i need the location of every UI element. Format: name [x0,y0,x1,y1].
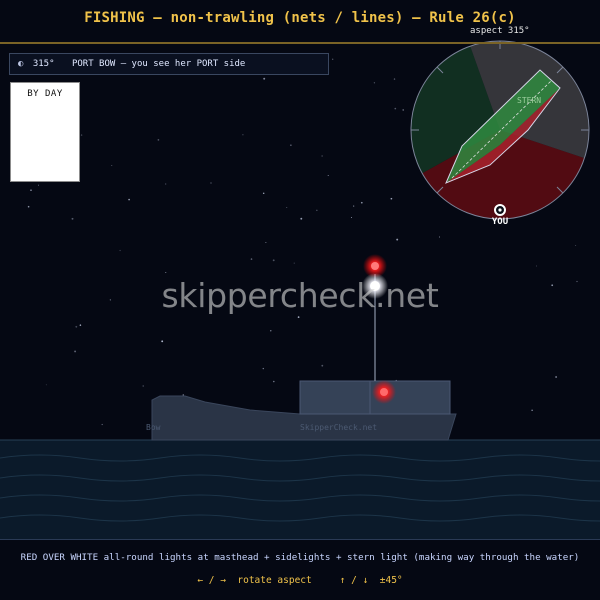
rotate-aspect-hint: ← / → rotate aspect [197,575,312,586]
star [531,409,533,411]
star [373,82,376,84]
star [290,144,292,146]
star [74,350,77,353]
bow-label: Bow [146,423,161,432]
star [297,316,300,318]
star [161,340,164,343]
star [272,259,275,262]
star [390,197,393,200]
star [119,249,121,252]
star [250,258,253,260]
watermark: skippercheck.net [161,276,439,315]
aspect-readout: aspect 315° [470,26,530,36]
star [327,175,329,176]
status-text: RED OVER WHITE all-round lights at masth… [20,552,580,563]
star [210,182,212,184]
star [80,134,83,136]
star [182,394,185,396]
page-title: FISHING — non-trawling (nets / lines) — … [84,10,516,26]
title-divider [0,42,600,44]
star [575,245,577,246]
hull-text: SkipperCheck.net [300,423,377,432]
star [394,107,397,110]
footer-divider [0,539,600,540]
star [402,109,404,111]
star [75,325,78,328]
star [300,217,303,220]
star [286,207,288,209]
star [536,265,537,267]
star [555,376,557,378]
star [242,134,244,136]
compass-stern-label: STERN [517,96,542,105]
star [393,78,396,80]
compass-you-label: YOU [491,217,509,227]
star [263,77,266,80]
star [79,324,82,326]
half-moon-icon: ◐ [18,59,24,69]
tilt-hint: ↑ / ↓ ±45° [339,575,403,586]
star [142,385,144,387]
star [111,165,113,166]
controls-hint: ← / → rotate aspect ↑ / ↓ ±45° [0,575,600,586]
star [157,139,160,141]
star [71,217,74,220]
aspect-info-panel: ◐ 315° PORT BOW — you see her PORT side [9,53,329,75]
star [27,205,30,208]
star [360,201,363,204]
star [396,238,399,241]
star [165,272,167,273]
aspect-bearing: 315° [32,59,55,69]
star [262,192,265,195]
star [332,58,334,60]
star [30,189,32,191]
star [45,384,47,386]
star [128,198,130,201]
day-shape-panel: BY DAY [10,82,80,182]
star [101,423,103,426]
star [316,209,318,211]
star [270,330,272,332]
star [438,236,441,238]
star [37,184,40,186]
port-sidelight [372,380,396,404]
star [321,155,323,157]
star [321,364,324,367]
star [353,205,355,207]
star [351,217,352,219]
star [165,183,167,185]
star [262,367,264,370]
star [273,380,275,383]
star [265,241,267,243]
day-shape-label: BY DAY [27,89,63,99]
star [293,262,295,264]
aspect-description: PORT BOW — you see her PORT side [71,59,246,69]
